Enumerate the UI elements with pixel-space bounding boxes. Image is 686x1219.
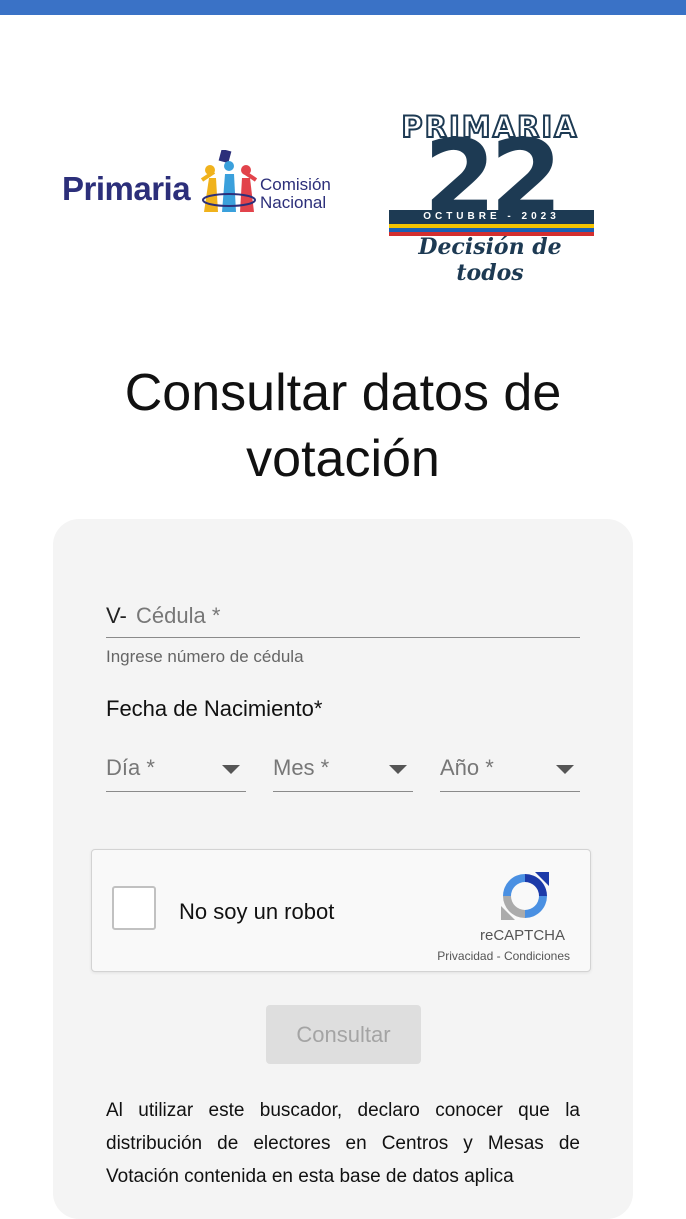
consultar-button[interactable]: Consultar <box>266 1005 421 1064</box>
anio-placeholder: Año * <box>440 755 494 780</box>
voters-figure-icon <box>200 150 258 212</box>
dia-select[interactable]: Día * <box>106 755 246 792</box>
logo-word: Primaria <box>62 170 191 207</box>
chevron-down-icon <box>389 765 407 774</box>
fecha-nacimiento-label: Fecha de Nacimiento* <box>106 696 323 721</box>
recaptcha-checkbox[interactable] <box>112 886 156 930</box>
recaptcha-logo-icon <box>501 872 549 920</box>
recaptcha-privacy-link[interactable]: Privacidad <box>437 949 493 963</box>
mes-select[interactable]: Mes * <box>273 755 413 792</box>
disclaimer-text: Al utilizar este buscador, declaro conoc… <box>106 1100 580 1187</box>
top-accent-bar <box>0 0 686 15</box>
anio-select[interactable]: Año * <box>440 755 580 792</box>
consulta-form-card: V- Ingrese número de cédula Fecha de Nac… <box>53 519 633 1219</box>
cedula-hint: Ingrese número de cédula <box>106 647 304 666</box>
logo-slogan: Decisión de todos <box>418 234 562 286</box>
mes-placeholder: Mes * <box>273 755 330 780</box>
cedula-prefix: V- <box>106 603 127 628</box>
chevron-down-icon <box>222 765 240 774</box>
dia-placeholder: Día * <box>106 755 155 780</box>
comision-nacional-logo: Primaria Comisión Nacional <box>62 150 342 220</box>
cedula-field: V- <box>106 599 580 638</box>
recaptcha-label: No soy un robot <box>179 899 335 924</box>
chevron-down-icon <box>556 765 574 774</box>
recaptcha-terms-link[interactable]: Condiciones <box>504 949 570 963</box>
cedula-input[interactable] <box>136 599 576 633</box>
recaptcha-widget: No soy un robot reCAPTCHA Privacidad - C… <box>91 849 591 972</box>
page-title: Consultar datos de votación <box>124 364 562 488</box>
logo-subtitle: Comisión Nacional <box>260 175 331 212</box>
recaptcha-link-separator: - <box>493 949 504 963</box>
primaria-22-logo: PRIMARIA 22 OCTUBRE - 2023 Decisión de t… <box>385 109 600 286</box>
recaptcha-links: Privacidad - Condiciones <box>437 949 570 963</box>
recaptcha-brand: reCAPTCHA <box>480 927 566 944</box>
logo-date: OCTUBRE - 2023 <box>389 210 594 224</box>
